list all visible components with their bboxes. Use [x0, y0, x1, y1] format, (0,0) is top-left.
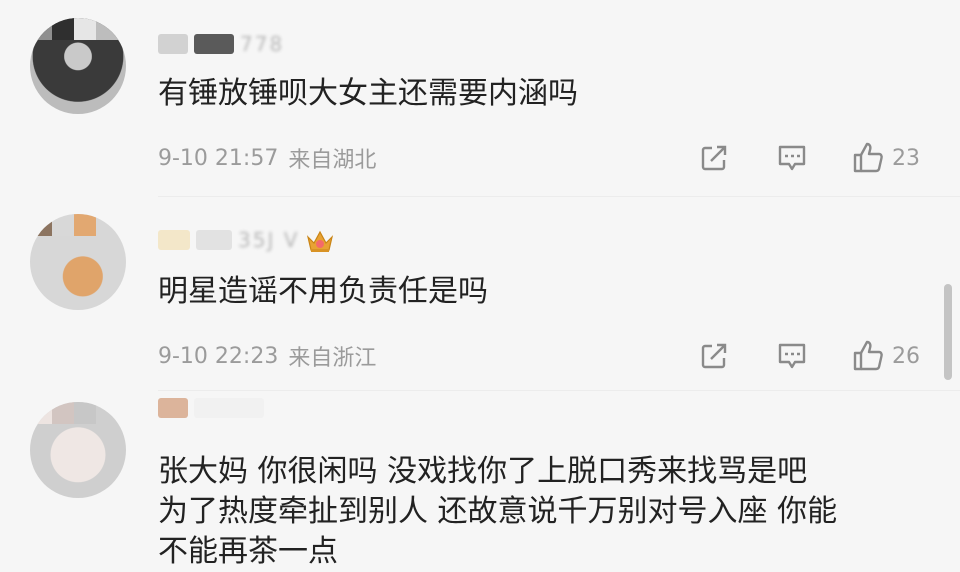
comment-text-line: 为了热度牵扯到别人 还故意说千万别对号入座 你能	[158, 494, 838, 529]
username[interactable]: 778	[158, 30, 358, 58]
reply-button[interactable]	[774, 140, 810, 176]
reply-button[interactable]	[774, 338, 810, 374]
comment-actions: 23	[696, 140, 936, 176]
comment-text-line: 不能再茶一点	[158, 534, 338, 569]
crown-badge-icon	[305, 228, 334, 252]
comment-text: 张大妈 你很闲吗 没戏找你了上脱口秀来找骂是吧 为了热度牵扯到别人 还故意说千万…	[158, 452, 938, 572]
comment-text-line: 张大妈 你很闲吗 没戏找你了上脱口秀来找骂是吧	[158, 454, 808, 489]
share-icon	[701, 343, 727, 369]
like-button[interactable]	[850, 140, 886, 176]
like-button[interactable]	[850, 338, 886, 374]
username-suffix: 35J V	[238, 228, 300, 252]
comment-date: 9-10 22:23	[158, 343, 279, 369]
username[interactable]: 35J V	[158, 226, 358, 254]
like-count: 26	[892, 343, 920, 369]
avatar[interactable]	[30, 402, 126, 498]
comment-meta: 9-10 21:57 来自湖北	[158, 142, 376, 174]
avatar[interactable]	[30, 214, 126, 310]
thumbs-up-icon	[853, 142, 883, 173]
comment-date: 9-10 21:57	[158, 145, 279, 171]
comment-location: 来自浙江	[288, 346, 377, 371]
comment-icon	[778, 343, 806, 369]
divider	[158, 390, 960, 391]
comment-text: 有锤放锤呗大女主还需要内涵吗	[158, 76, 578, 111]
divider	[158, 196, 960, 197]
username[interactable]	[158, 394, 358, 422]
comment-icon	[778, 145, 806, 171]
comment-text: 明星造谣不用负责任是吗	[158, 274, 488, 309]
comment-meta: 9-10 22:23 来自浙江	[158, 340, 376, 372]
avatar[interactable]	[30, 18, 126, 114]
comment-location: 来自湖北	[288, 148, 377, 173]
thumbs-up-icon	[853, 340, 883, 371]
username-suffix: 778	[240, 32, 285, 56]
like-count: 23	[892, 145, 920, 171]
comment-actions: 26	[696, 338, 936, 374]
share-button[interactable]	[696, 140, 732, 176]
share-icon	[701, 145, 727, 171]
share-button[interactable]	[696, 338, 732, 374]
scrollbar[interactable]	[944, 284, 952, 380]
